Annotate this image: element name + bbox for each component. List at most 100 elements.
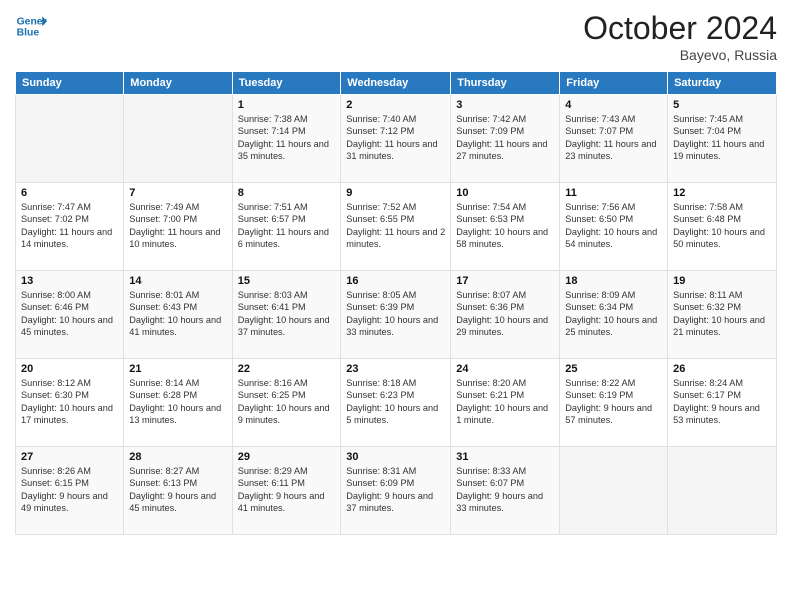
day-info: Sunrise: 8:09 AM Sunset: 6:34 PM Dayligh…: [565, 289, 662, 339]
calendar-cell: 24 Sunrise: 8:20 AM Sunset: 6:21 PM Dayli…: [451, 359, 560, 447]
calendar-cell: [16, 95, 124, 183]
day-info: Sunrise: 8:03 AM Sunset: 6:41 PM Dayligh…: [238, 289, 336, 339]
calendar-cell: 27Sunrise: 8:26 AM Sunset: 6:15 PM Dayli…: [16, 447, 124, 535]
calendar-cell: 17Sunrise: 8:07 AM Sunset: 6:36 PM Dayli…: [451, 271, 560, 359]
day-info: Sunrise: 8:24 AM Sunset: 6:17 PM Dayligh…: [673, 377, 771, 427]
title-area: October 2024 Bayevo, Russia: [583, 10, 777, 63]
calendar-cell: 29Sunrise: 8:29 AM Sunset: 6:11 PM Dayli…: [232, 447, 341, 535]
svg-text:Blue: Blue: [17, 28, 40, 39]
day-info: Sunrise: 7:47 AM Sunset: 7:02 PM Dayligh…: [21, 201, 118, 251]
day-number: 23: [346, 363, 445, 375]
day-number: 30: [346, 451, 445, 463]
day-info: Sunrise: 8:18 AM Sunset: 6:23 PM Dayligh…: [346, 377, 445, 427]
calendar-cell: 1 Sunrise: 7:38 AM Sunset: 7:14 PM Daylig…: [232, 95, 341, 183]
day-number: 29: [238, 451, 336, 463]
location: Bayevo, Russia: [583, 47, 777, 63]
calendar-cell: 2Sunrise: 7:40 AM Sunset: 7:12 PM Daylig…: [341, 95, 451, 183]
day-number: 31: [456, 451, 554, 463]
calendar-cell: 22 Sunrise: 8:16 AM Sunset: 6:25 PM Dayli…: [232, 359, 341, 447]
calendar-cell: 8 Sunrise: 7:51 AM Sunset: 6:57 PM Daylig…: [232, 183, 341, 271]
day-number: 11: [565, 187, 662, 199]
calendar-cell: 10 Sunrise: 7:54 AM Sunset: 6:53 PM Dayli…: [451, 183, 560, 271]
day-info: Sunrise: 8:11 AM Sunset: 6:32 PM Dayligh…: [673, 289, 771, 339]
day-info: Sunrise: 8:16 AM Sunset: 6:25 PM Dayligh…: [238, 377, 336, 427]
calendar-cell: 20Sunrise: 8:12 AM Sunset: 6:30 PM Dayli…: [16, 359, 124, 447]
day-info: Sunrise: 8:26 AM Sunset: 6:15 PM Dayligh…: [21, 465, 118, 515]
calendar-cell: [124, 95, 232, 183]
calendar-week-row: 1 Sunrise: 7:38 AM Sunset: 7:14 PM Daylig…: [16, 95, 777, 183]
day-info: Sunrise: 8:27 AM Sunset: 6:13 PM Dayligh…: [129, 465, 226, 515]
day-number: 12: [673, 187, 771, 199]
calendar-cell: 30 Sunrise: 8:31 AM Sunset: 6:09 PM Dayli…: [341, 447, 451, 535]
day-info: Sunrise: 8:01 AM Sunset: 6:43 PM Dayligh…: [129, 289, 226, 339]
header: General Blue October 2024 Bayevo, Russia: [15, 10, 777, 63]
day-number: 3: [456, 99, 554, 111]
calendar-week-row: 13Sunrise: 8:00 AM Sunset: 6:46 PM Dayli…: [16, 271, 777, 359]
day-of-week-header: Tuesday: [232, 72, 341, 95]
calendar-cell: 3 Sunrise: 7:42 AM Sunset: 7:09 PM Daylig…: [451, 95, 560, 183]
day-of-week-header: Monday: [124, 72, 232, 95]
calendar-cell: 11 Sunrise: 7:56 AM Sunset: 6:50 PM Dayli…: [560, 183, 668, 271]
calendar-cell: 26 Sunrise: 8:24 AM Sunset: 6:17 PM Dayli…: [668, 359, 777, 447]
day-info: Sunrise: 7:45 AM Sunset: 7:04 PM Dayligh…: [673, 113, 771, 163]
day-number: 22: [238, 363, 336, 375]
calendar-cell: 13Sunrise: 8:00 AM Sunset: 6:46 PM Dayli…: [16, 271, 124, 359]
calendar-cell: 25 Sunrise: 8:22 AM Sunset: 6:19 PM Dayli…: [560, 359, 668, 447]
day-number: 26: [673, 363, 771, 375]
calendar-cell: 5Sunrise: 7:45 AM Sunset: 7:04 PM Daylig…: [668, 95, 777, 183]
day-info: Sunrise: 8:20 AM Sunset: 6:21 PM Dayligh…: [456, 377, 554, 427]
logo: General Blue: [15, 10, 47, 42]
calendar-cell: 9 Sunrise: 7:52 AM Sunset: 6:55 PM Daylig…: [341, 183, 451, 271]
calendar-page: General Blue October 2024 Bayevo, Russia…: [0, 0, 792, 612]
calendar-cell: 14 Sunrise: 8:01 AM Sunset: 6:43 PM Dayli…: [124, 271, 232, 359]
month-title: October 2024: [583, 10, 777, 47]
day-info: Sunrise: 7:56 AM Sunset: 6:50 PM Dayligh…: [565, 201, 662, 251]
calendar-cell: 28Sunrise: 8:27 AM Sunset: 6:13 PM Dayli…: [124, 447, 232, 535]
calendar-header-row: SundayMondayTuesdayWednesdayThursdayFrid…: [16, 72, 777, 95]
day-info: Sunrise: 7:51 AM Sunset: 6:57 PM Dayligh…: [238, 201, 336, 251]
day-number: 16: [346, 275, 445, 287]
day-info: Sunrise: 7:42 AM Sunset: 7:09 PM Dayligh…: [456, 113, 554, 163]
day-number: 4: [565, 99, 662, 111]
day-info: Sunrise: 7:52 AM Sunset: 6:55 PM Dayligh…: [346, 201, 445, 251]
calendar-cell: 7 Sunrise: 7:49 AM Sunset: 7:00 PM Daylig…: [124, 183, 232, 271]
calendar-week-row: 27Sunrise: 8:26 AM Sunset: 6:15 PM Dayli…: [16, 447, 777, 535]
calendar-cell: 12Sunrise: 7:58 AM Sunset: 6:48 PM Dayli…: [668, 183, 777, 271]
day-number: 9: [346, 187, 445, 199]
day-info: Sunrise: 7:38 AM Sunset: 7:14 PM Dayligh…: [238, 113, 336, 163]
day-info: Sunrise: 8:12 AM Sunset: 6:30 PM Dayligh…: [21, 377, 118, 427]
calendar-table: SundayMondayTuesdayWednesdayThursdayFrid…: [15, 71, 777, 535]
day-info: Sunrise: 8:07 AM Sunset: 6:36 PM Dayligh…: [456, 289, 554, 339]
calendar-cell: 21 Sunrise: 8:14 AM Sunset: 6:28 PM Dayli…: [124, 359, 232, 447]
day-number: 7: [129, 187, 226, 199]
day-number: 13: [21, 275, 118, 287]
day-number: 10: [456, 187, 554, 199]
day-number: 15: [238, 275, 336, 287]
day-info: Sunrise: 8:31 AM Sunset: 6:09 PM Dayligh…: [346, 465, 445, 515]
day-info: Sunrise: 8:22 AM Sunset: 6:19 PM Dayligh…: [565, 377, 662, 427]
day-number: 8: [238, 187, 336, 199]
day-number: 6: [21, 187, 118, 199]
calendar-cell: [668, 447, 777, 535]
day-info: Sunrise: 8:14 AM Sunset: 6:28 PM Dayligh…: [129, 377, 226, 427]
day-number: 25: [565, 363, 662, 375]
day-number: 1: [238, 99, 336, 111]
day-info: Sunrise: 7:40 AM Sunset: 7:12 PM Dayligh…: [346, 113, 445, 163]
day-info: Sunrise: 8:05 AM Sunset: 6:39 PM Dayligh…: [346, 289, 445, 339]
day-info: Sunrise: 7:43 AM Sunset: 7:07 PM Dayligh…: [565, 113, 662, 163]
day-number: 18: [565, 275, 662, 287]
calendar-cell: 16 Sunrise: 8:05 AM Sunset: 6:39 PM Dayli…: [341, 271, 451, 359]
calendar-cell: 18 Sunrise: 8:09 AM Sunset: 6:34 PM Dayli…: [560, 271, 668, 359]
day-of-week-header: Saturday: [668, 72, 777, 95]
day-of-week-header: Thursday: [451, 72, 560, 95]
day-info: Sunrise: 7:54 AM Sunset: 6:53 PM Dayligh…: [456, 201, 554, 251]
logo-icon: General Blue: [15, 10, 47, 42]
calendar-cell: 15 Sunrise: 8:03 AM Sunset: 6:41 PM Dayli…: [232, 271, 341, 359]
day-number: 14: [129, 275, 226, 287]
day-number: 21: [129, 363, 226, 375]
day-number: 24: [456, 363, 554, 375]
calendar-cell: 6 Sunrise: 7:47 AM Sunset: 7:02 PM Daylig…: [16, 183, 124, 271]
day-info: Sunrise: 7:49 AM Sunset: 7:00 PM Dayligh…: [129, 201, 226, 251]
day-of-week-header: Sunday: [16, 72, 124, 95]
calendar-cell: 23 Sunrise: 8:18 AM Sunset: 6:23 PM Dayli…: [341, 359, 451, 447]
